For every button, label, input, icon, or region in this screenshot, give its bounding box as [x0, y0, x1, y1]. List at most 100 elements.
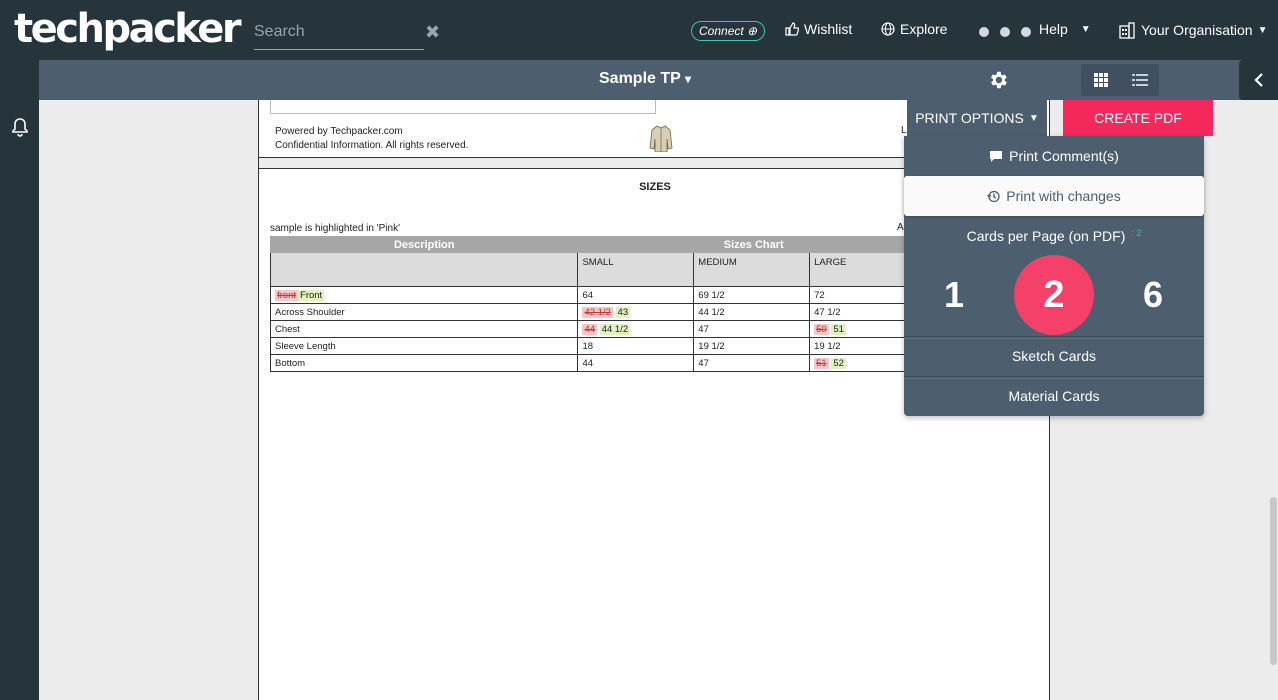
techpack-header: Sample TP ▾	[39, 60, 1278, 100]
page-footer: Powered by Techpacker.com Confidential I…	[275, 125, 468, 153]
print-comments-label: Print Comment(s)	[1009, 148, 1119, 164]
table-cell: 47	[693, 320, 811, 338]
table-row: Sleeve Length 18 19 1/2 19 1/2	[269, 337, 930, 355]
caret-down-icon: ▼	[1028, 112, 1039, 124]
table-cell: front Front	[269, 286, 579, 304]
techpack-title: Sample TP	[599, 70, 681, 87]
chevron-left-icon	[1253, 73, 1263, 87]
material-cards-option[interactable]: Material Cards	[904, 378, 1204, 414]
added-value: 44 1/2	[599, 323, 631, 335]
top-navbar: techpacker ✖ Connect ⊕ Wishlist Explore …	[0, 0, 1278, 60]
cards-per-page-heading: Cards per Page (on PDF) : 2	[904, 218, 1204, 254]
column-header-description	[269, 252, 579, 287]
techpacker-logo[interactable]: techpacker	[14, 6, 242, 52]
removed-value: 50	[814, 323, 829, 335]
table-row: Chest 44 44 1/2 47 50 51	[269, 320, 930, 338]
table-cell: Across Shoulder	[269, 303, 579, 321]
techpack-title-dropdown[interactable]: Sample TP ▾	[599, 70, 691, 88]
grid-icon	[1093, 73, 1108, 87]
removed-value: 51	[814, 357, 829, 369]
globe-icon	[881, 22, 895, 36]
added-value: 43	[615, 306, 631, 318]
cards-option-2-selected[interactable]: 2	[1014, 255, 1094, 335]
organisation-label: Your Organisation	[1141, 22, 1253, 38]
table-cell: 18	[577, 337, 695, 355]
explore-link[interactable]: Explore	[881, 21, 947, 37]
grid-view-button[interactable]	[1081, 64, 1120, 96]
history-icon	[987, 190, 1000, 202]
collapse-panel-button[interactable]	[1239, 60, 1278, 100]
print-options-button[interactable]: PRINT OPTIONS ▼	[907, 100, 1047, 136]
column-header-medium: MEDIUM	[693, 252, 811, 287]
confidential-text: Confidential Information. All rights res…	[275, 140, 469, 151]
comment-icon	[990, 150, 1003, 162]
added-value: 51	[831, 323, 846, 335]
cards-per-page-label: Cards per Page (on PDF)	[966, 228, 1126, 244]
connect-plus-icon: ⊕	[747, 24, 758, 38]
wishlist-label: Wishlist	[804, 21, 853, 37]
explore-label: Explore	[900, 21, 948, 37]
column-header-small: SMALL	[577, 252, 695, 287]
added-value: Front	[298, 289, 325, 301]
gear-icon[interactable]	[987, 69, 1009, 91]
added-value: 52	[831, 357, 846, 369]
footer-right-text: L	[901, 125, 907, 136]
table-cell: Sleeve Length	[269, 337, 579, 355]
table-cell: 44 1/2	[693, 303, 811, 321]
clear-search-icon[interactable]: ✖	[425, 22, 440, 43]
page-scrollbar[interactable]	[1270, 497, 1277, 665]
table-row: Bottom 44 47 51 52	[269, 354, 930, 372]
table-cell: Chest	[269, 320, 579, 338]
view-toggle	[1081, 64, 1159, 96]
connect-label: Connect	[699, 24, 744, 38]
notifications-bell-icon[interactable]	[11, 117, 29, 137]
apps-dots-icon[interactable]	[979, 27, 1031, 37]
sizes-table: Description Sizes Chart SMALL MEDIUM LAR…	[269, 236, 930, 372]
list-view-button[interactable]	[1120, 64, 1159, 96]
table-cell: 42 1/2 43	[577, 303, 695, 321]
wishlist-link[interactable]: Wishlist	[785, 21, 852, 37]
cards-per-page-value: : 2	[1131, 228, 1142, 238]
highlight-note: sample is highlighted in 'Pink'	[270, 223, 400, 234]
print-with-changes-option[interactable]: Print with changes	[904, 176, 1204, 216]
right-note: A	[897, 222, 904, 233]
removed-value: 42 1/2	[582, 306, 613, 318]
removed-value: 44	[582, 323, 598, 335]
sizes-chart-group-header: Sizes Chart	[577, 236, 930, 253]
table-cell: Bottom	[269, 354, 579, 372]
organisation-menu[interactable]: Your Organisation ▼	[1118, 21, 1267, 39]
print-options-menu: Print Comment(s) Print with changes Card…	[904, 136, 1204, 416]
powered-by-text: Powered by Techpacker.com	[275, 126, 403, 137]
table-cell: 44	[577, 354, 695, 372]
cards-per-page-options: 1 2 6	[904, 254, 1204, 336]
table-row: Across Shoulder 42 1/2 43 44 1/2 47 1/2	[269, 303, 930, 321]
cards-option-6[interactable]: 6	[1143, 274, 1163, 316]
print-with-changes-label: Print with changes	[1006, 188, 1121, 204]
description-group-header: Description	[269, 236, 579, 253]
table-cell: 69 1/2	[693, 286, 811, 304]
caret-down-icon: ▾	[684, 72, 691, 86]
connect-button[interactable]: Connect ⊕	[691, 21, 766, 41]
search-box	[254, 18, 424, 50]
table-cell: 64	[577, 286, 695, 304]
create-pdf-button[interactable]: CREATE PDF	[1063, 100, 1213, 136]
building-icon	[1119, 22, 1135, 39]
chevron-down-icon: ▼	[1257, 24, 1268, 36]
left-rail	[0, 60, 39, 700]
chevron-down-icon: ▼	[1080, 23, 1091, 35]
list-icon	[1131, 74, 1148, 86]
removed-value: front	[275, 289, 299, 301]
previous-section-box	[270, 100, 656, 114]
cards-option-1[interactable]: 1	[944, 274, 964, 316]
search-input[interactable]	[254, 18, 414, 46]
jacket-thumbnail	[649, 125, 673, 152]
thumbs-up-icon	[785, 22, 799, 36]
help-label: Help	[1039, 21, 1068, 37]
table-row: front Front 64 69 1/2 72	[269, 286, 930, 304]
print-options-label: PRINT OPTIONS	[915, 110, 1024, 126]
table-cell: 44 44 1/2	[577, 320, 695, 338]
sketch-cards-option[interactable]: Sketch Cards	[904, 338, 1204, 374]
print-comments-option[interactable]: Print Comment(s)	[904, 136, 1204, 176]
table-cell: 19 1/2	[693, 337, 811, 355]
help-menu[interactable]: Help ▼	[1039, 21, 1091, 37]
